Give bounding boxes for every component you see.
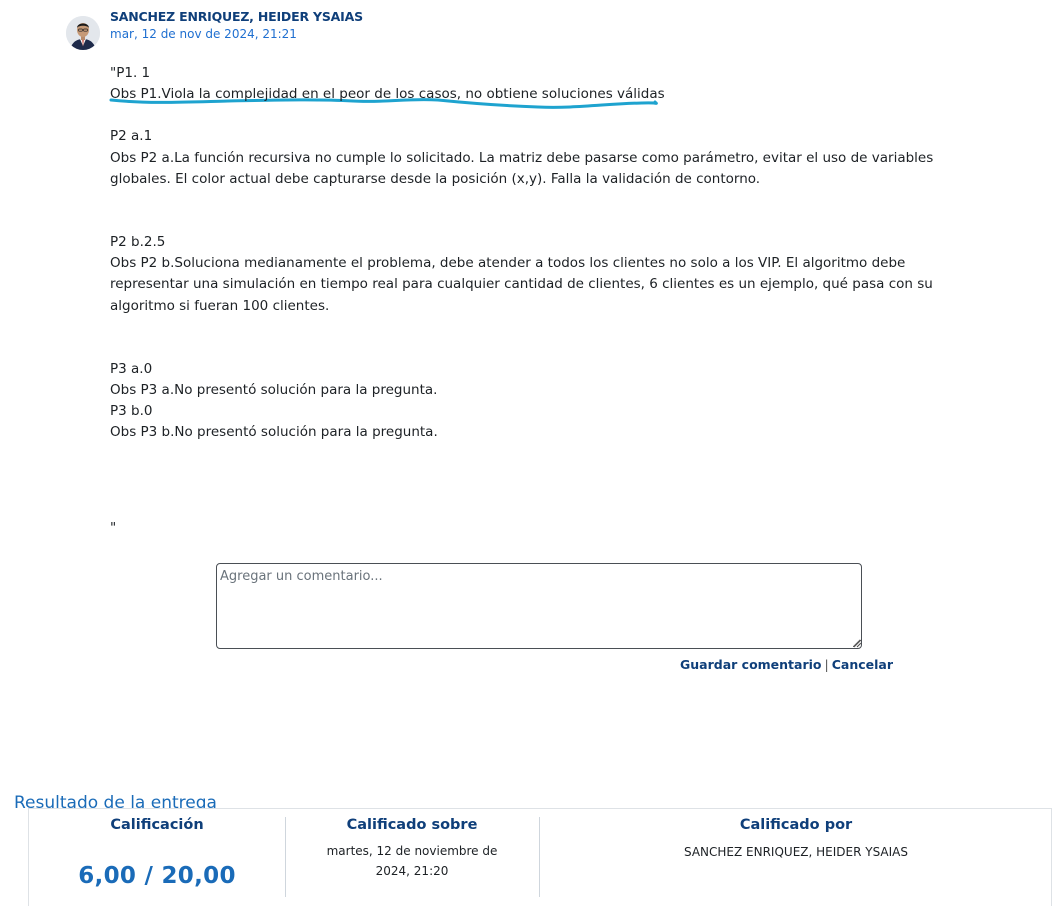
cancel-comment-link[interactable]: Cancelar	[832, 657, 893, 672]
graded-on-column: Calificado sobre martes, 12 de noviembre…	[285, 809, 539, 906]
action-separator: |	[824, 657, 829, 672]
graded-by-label: Calificado por	[739, 817, 853, 833]
p2a-observation: Obs P2 a.La función recursiva no cumple …	[110, 149, 934, 187]
comment-actions: Guardar comentario | Cancelar	[680, 657, 893, 672]
comment-header: SANCHEZ ENRIQUEZ, HEIDER YSAIAS mar, 12 …	[66, 8, 363, 50]
graded-on-value: martes, 12 de noviembre de 2024, 21:20	[326, 844, 498, 878]
grade-value: 6,00 / 20,00	[78, 863, 236, 889]
p1-score: "P1. 1	[110, 65, 151, 81]
p2a-score: P2 a.1	[110, 128, 153, 145]
p1-observation: Obs P1.Viola la complejidad en el peor d…	[110, 86, 665, 103]
p3b-score: P3 b.0	[110, 403, 153, 420]
p3b-observation: Obs P3 b.No presentó solución para la pr…	[110, 424, 438, 441]
closing-quote: "	[110, 519, 117, 536]
save-comment-link[interactable]: Guardar comentario	[680, 657, 822, 672]
grade-label: Calificación	[110, 817, 204, 833]
graded-by-value: SANCHEZ ENRIQUEZ, HEIDER YSAIAS	[683, 845, 908, 859]
p2b-observation: Obs P2 b.Soluciona medianamente el probl…	[110, 255, 933, 314]
p2b-score: P2 b.2.5	[110, 234, 166, 251]
user-photo-icon	[66, 16, 100, 50]
author-name-link[interactable]: SANCHEZ ENRIQUEZ, HEIDER YSAIAS	[110, 8, 363, 25]
graded-on-label: Calificado sobre	[346, 817, 478, 833]
comment-date: mar, 12 de nov de 2024, 21:21	[110, 27, 297, 41]
comment-body: "P1. 1 Obs P1.Viola la complejidad en el…	[110, 63, 970, 539]
p3a-score: P3 a.0	[110, 360, 153, 377]
graded-by-column: Calificado por SANCHEZ ENRIQUEZ, HEIDER …	[539, 809, 1053, 906]
grade-column: Calificación 6,00 / 20,00	[29, 809, 285, 906]
submission-result-card: Calificación 6,00 / 20,00 Calificado sob…	[28, 808, 1052, 906]
p3a-observation: Obs P3 a.No presentó solución para la pr…	[110, 382, 438, 399]
author-block: SANCHEZ ENRIQUEZ, HEIDER YSAIAS mar, 12 …	[110, 8, 363, 50]
comment-input[interactable]	[216, 563, 862, 649]
avatar[interactable]	[66, 16, 100, 50]
